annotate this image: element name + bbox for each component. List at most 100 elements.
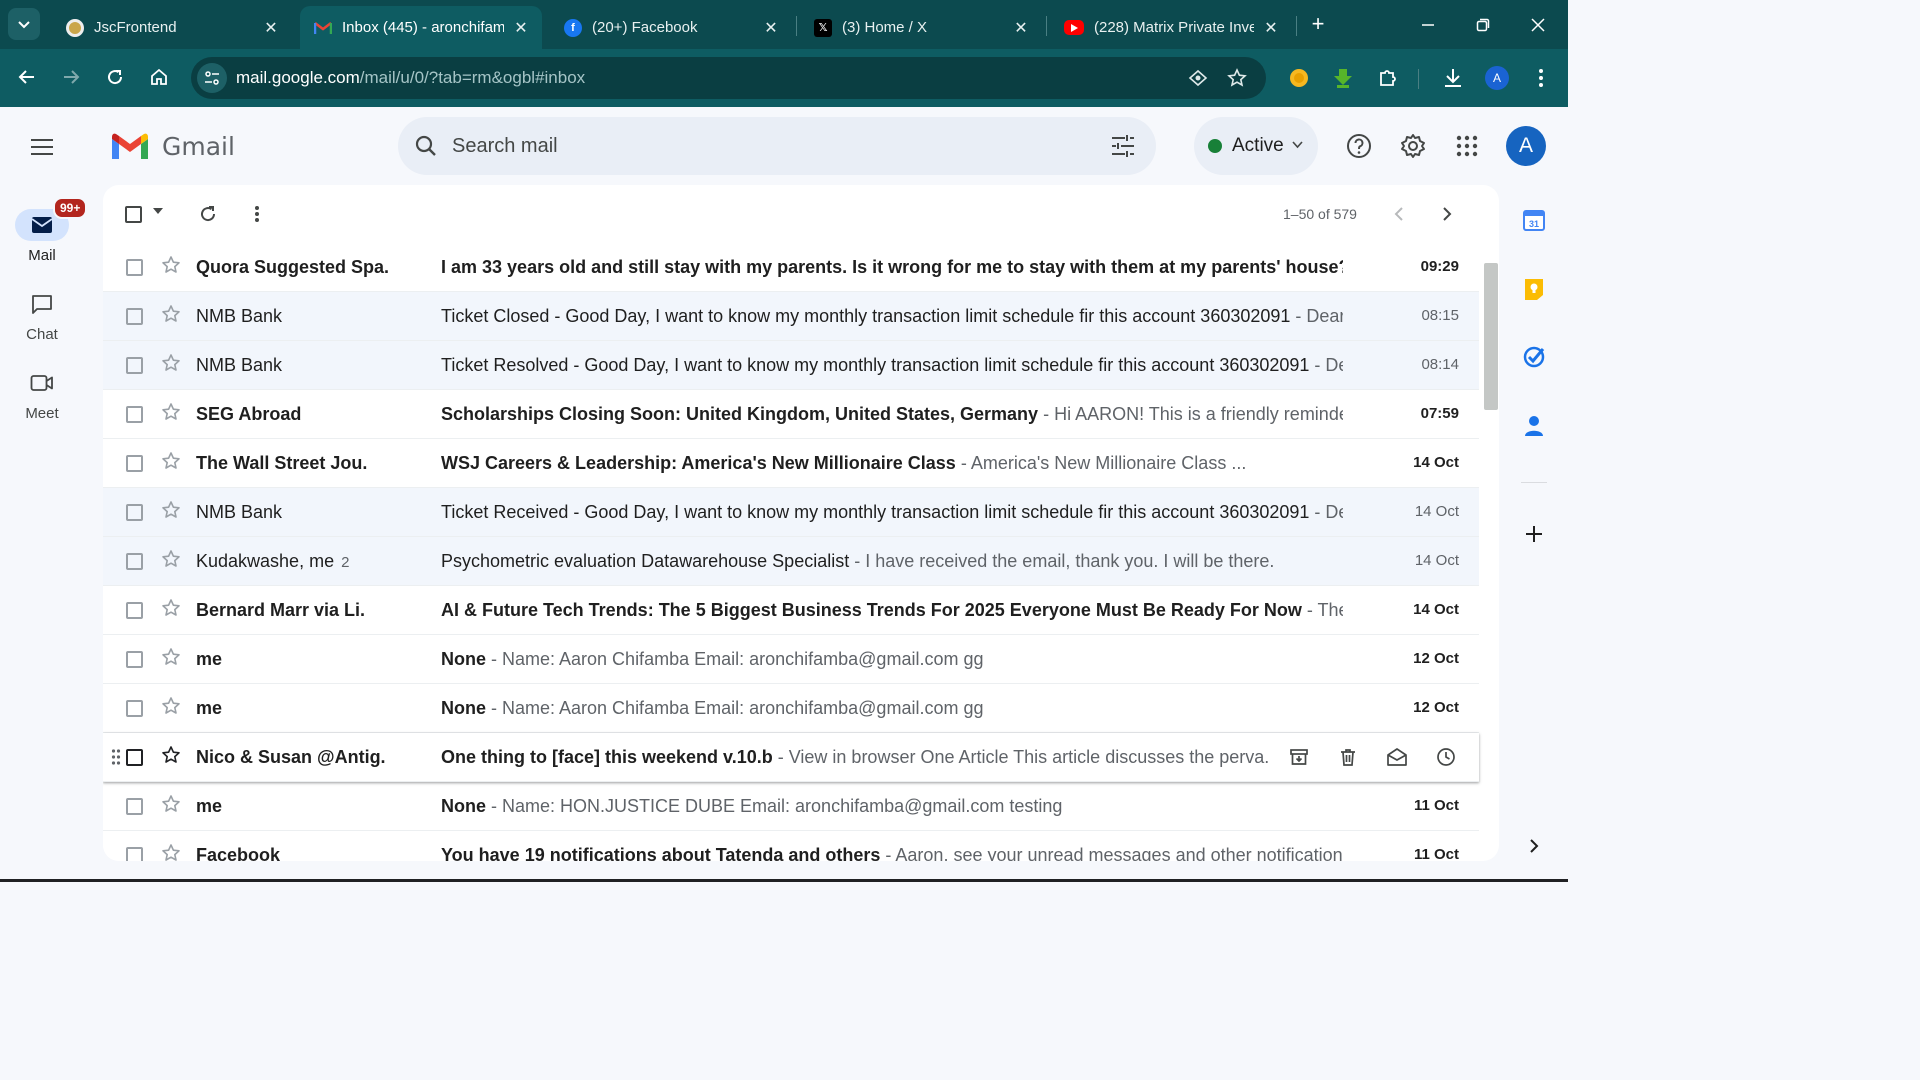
star-icon[interactable]: [161, 304, 183, 326]
mark-as-read-icon[interactable]: [1385, 745, 1409, 769]
star-icon[interactable]: [161, 255, 183, 277]
close-icon[interactable]: ✕: [1262, 18, 1280, 38]
nav-meet[interactable]: Meet: [0, 367, 84, 422]
home-button[interactable]: [143, 61, 175, 93]
help-icon[interactable]: [1343, 130, 1375, 162]
select-options-chevron-icon[interactable]: [153, 207, 163, 218]
refresh-icon[interactable]: [196, 202, 220, 226]
expand-side-panel-chevron-right-icon[interactable]: [1521, 833, 1547, 859]
star-icon[interactable]: [161, 794, 183, 816]
email-checkbox[interactable]: [126, 504, 143, 521]
tasks-icon[interactable]: [1521, 344, 1547, 370]
browser-tab-facebook[interactable]: f (20+) Facebook ✕: [550, 6, 792, 49]
email-checkbox[interactable]: [126, 259, 143, 276]
star-icon[interactable]: [161, 647, 183, 669]
search-input[interactable]: [452, 134, 1052, 158]
back-button[interactable]: [11, 61, 43, 93]
download-icon[interactable]: [1440, 65, 1466, 91]
email-row[interactable]: Bernard Marr via Li. AI & Future Tech Tre…: [103, 586, 1479, 635]
site-info-button[interactable]: [197, 63, 227, 93]
archive-icon[interactable]: [1287, 745, 1311, 769]
browser-profile-avatar[interactable]: A: [1485, 66, 1509, 90]
coin-extension-icon[interactable]: [1286, 65, 1312, 91]
email-row[interactable]: me None - Name: Aaron Chifamba Email: aro…: [103, 635, 1479, 684]
email-checkbox[interactable]: [126, 847, 143, 861]
search-bar[interactable]: [398, 117, 1156, 175]
star-icon[interactable]: [161, 745, 183, 767]
email-row[interactable]: Facebook You have 19 notifications about …: [103, 831, 1479, 861]
older-page-chevron-right-icon[interactable]: [1435, 202, 1459, 226]
nav-chat[interactable]: Chat: [0, 288, 84, 343]
email-checkbox[interactable]: [126, 455, 143, 472]
scrollbar-thumb[interactable]: [1484, 263, 1498, 410]
forward-button[interactable]: [55, 61, 87, 93]
email-checkbox[interactable]: [126, 798, 143, 815]
keep-icon[interactable]: [1521, 276, 1547, 302]
close-icon[interactable]: ✕: [762, 18, 780, 38]
bookmark-star-icon[interactable]: [1225, 66, 1249, 90]
email-checkbox[interactable]: [126, 308, 143, 325]
star-icon[interactable]: [161, 598, 183, 620]
status-dropdown[interactable]: Active: [1194, 117, 1318, 175]
email-row[interactable]: me None - Name: Aaron Chifamba Email: aro…: [103, 684, 1479, 733]
email-checkbox[interactable]: [126, 406, 143, 423]
email-checkbox[interactable]: [126, 357, 143, 374]
browser-tab-gmail[interactable]: Inbox (445) - aronchifamba@gmail.com ✕: [300, 6, 542, 49]
close-icon[interactable]: ✕: [512, 18, 530, 38]
email-checkbox[interactable]: [126, 700, 143, 717]
search-icon[interactable]: [412, 132, 440, 160]
email-checkbox[interactable]: [126, 602, 143, 619]
close-window-button[interactable]: [1523, 10, 1553, 40]
email-row[interactable]: NMB Bank Ticket Received - Good Day, I wa…: [103, 488, 1479, 537]
email-row[interactable]: me None - Name: HON.JUSTICE DUBE Email: a…: [103, 782, 1479, 831]
contacts-icon[interactable]: [1521, 413, 1547, 439]
email-row[interactable]: NMB Bank Ticket Resolved - Good Day, I wa…: [103, 341, 1479, 390]
close-icon[interactable]: ✕: [262, 18, 280, 38]
browser-tab-x[interactable]: 𝕏 (3) Home / X ✕: [800, 6, 1042, 49]
drag-handle-icon[interactable]: [111, 748, 121, 766]
more-vertical-icon[interactable]: [1528, 65, 1554, 91]
delete-trash-icon[interactable]: [1336, 745, 1360, 769]
mail-list-scrollbar[interactable]: [1484, 263, 1498, 861]
email-checkbox[interactable]: [126, 553, 143, 570]
puzzle-extensions-icon[interactable]: [1375, 65, 1401, 91]
calendar-icon[interactable]: 31: [1521, 207, 1547, 233]
get-addons-plus-icon[interactable]: [1521, 521, 1547, 547]
browser-tab-jscfrontend[interactable]: JscFrontend ✕: [52, 6, 292, 49]
email-row[interactable]: Kudakwashe, me 2 Psychometric evaluation …: [103, 537, 1479, 586]
tab-search-button[interactable]: [8, 8, 40, 40]
snooze-clock-icon[interactable]: [1434, 745, 1458, 769]
star-icon[interactable]: [161, 402, 183, 424]
email-row[interactable]: Nico & Susan @Antig. One thing to [face] …: [103, 733, 1479, 782]
gmail-logo[interactable]: Gmail: [110, 131, 235, 161]
email-row[interactable]: Quora Suggested Spa. I am 33 years old an…: [103, 243, 1479, 292]
email-checkbox[interactable]: [126, 651, 143, 668]
new-tab-button[interactable]: +: [1306, 12, 1330, 36]
select-all-checkbox[interactable]: [125, 206, 142, 223]
nav-mail[interactable]: 99+ Mail: [0, 197, 88, 264]
account-avatar[interactable]: A: [1506, 126, 1546, 166]
star-icon[interactable]: [161, 353, 183, 375]
newer-page-chevron-left-icon[interactable]: [1387, 202, 1411, 226]
star-icon[interactable]: [161, 696, 183, 718]
star-icon[interactable]: [161, 451, 183, 473]
star-icon[interactable]: [161, 843, 183, 861]
star-icon[interactable]: [161, 500, 183, 522]
browser-tab-youtube[interactable]: (228) Matrix Private Investments ✕: [1050, 6, 1292, 49]
star-icon[interactable]: [161, 549, 183, 571]
email-row[interactable]: NMB Bank Ticket Closed - Good Day, I want…: [103, 292, 1479, 341]
address-bar[interactable]: mail.google.com/mail/u/0/?tab=rm&ogbl#in…: [191, 57, 1266, 99]
apps-grid-icon[interactable]: [1451, 130, 1483, 162]
main-menu-button[interactable]: [22, 128, 62, 166]
close-icon[interactable]: ✕: [1012, 18, 1030, 38]
email-row[interactable]: The Wall Street Jou. WSJ Careers & Leader…: [103, 439, 1479, 488]
search-filter-icon[interactable]: [1110, 133, 1136, 159]
minimize-button[interactable]: [1413, 10, 1443, 40]
reload-button[interactable]: [99, 61, 131, 93]
restore-button[interactable]: [1468, 10, 1498, 40]
eye-slash-icon[interactable]: [1186, 66, 1210, 90]
download-manager-extension-icon[interactable]: [1330, 65, 1356, 91]
email-row[interactable]: SEG Abroad Scholarships Closing Soon: Uni…: [103, 390, 1479, 439]
more-vertical-icon[interactable]: [245, 202, 269, 226]
email-checkbox[interactable]: [126, 749, 143, 766]
